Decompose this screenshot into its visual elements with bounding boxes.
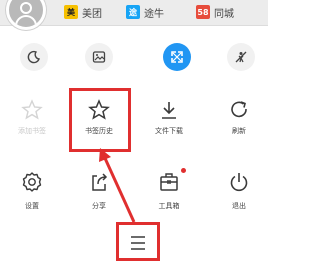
annotation-arrow: [99, 148, 136, 223]
